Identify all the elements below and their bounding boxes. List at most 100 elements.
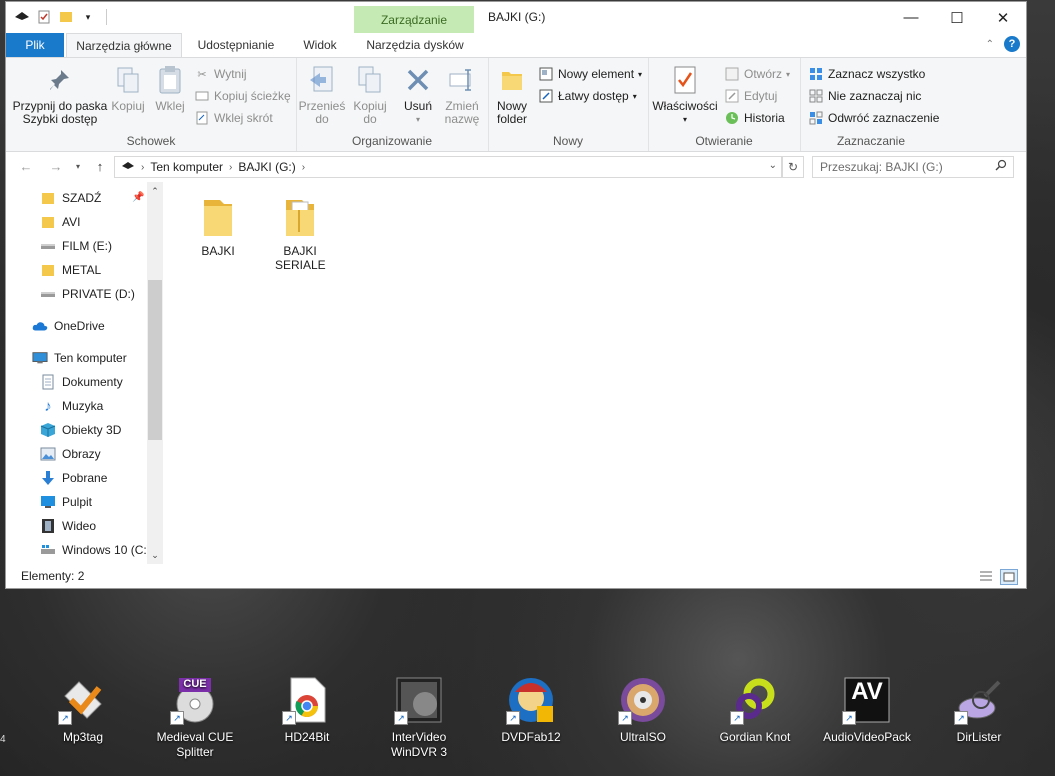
customize-qat-icon[interactable]: ▾ (80, 9, 96, 25)
shortcut-arrow-icon: ↗ (394, 711, 408, 725)
nav-item-music[interactable]: ♪ Muzyka (40, 394, 103, 418)
paste-button[interactable]: Wklej (152, 64, 188, 113)
properties-dropdown-icon[interactable]: ▾ (683, 113, 687, 126)
maximize-button[interactable]: ☐ (934, 2, 980, 33)
nav-item-film-e[interactable]: FILM (E:) (40, 234, 112, 258)
breadcrumb-this-pc[interactable]: Ten komputer (150, 160, 223, 174)
close-button[interactable]: ✕ (980, 2, 1026, 33)
properties-button[interactable]: Właściwości ▾ (652, 64, 718, 126)
new-folder-button[interactable]: Nowy folder (492, 64, 532, 126)
rename-button[interactable]: Zmień nazwę (442, 64, 482, 126)
edit-button[interactable]: Edytuj (724, 87, 777, 105)
pin-quick-access-button[interactable]: Przypnij do paska Szybki dostęp (12, 64, 108, 126)
desktop-icon-windvr[interactable]: ↗ InterVideo WinDVR 3 (369, 675, 469, 760)
new-item-label: Nowy element (558, 67, 635, 81)
nav-item-downloads[interactable]: Pobrane (40, 466, 107, 490)
desktop-icon-ultraiso[interactable]: ↗ UltraISO (593, 675, 693, 745)
nav-item-label: Wideo (62, 519, 97, 533)
up-button[interactable]: ↑ (90, 157, 110, 175)
tab-drive-tools[interactable]: Narzędzia dysków (356, 33, 474, 57)
paste-shortcut-label: Wklej skrót (214, 111, 273, 125)
delete-button[interactable]: Usuń ▾ (400, 64, 436, 126)
nav-item-avi[interactable]: AVI (40, 210, 80, 234)
scroll-up-icon[interactable]: ⌃ (147, 184, 163, 198)
select-none-button[interactable]: Nie zaznaczaj nic (808, 87, 921, 105)
nav-item-private-d[interactable]: PRIVATE (D:) (40, 282, 135, 306)
paste-shortcut-button[interactable]: Wklej skrót (194, 109, 273, 127)
move-to-button[interactable]: Przenieś do (299, 64, 345, 126)
large-icons-view-icon[interactable] (1000, 569, 1018, 585)
minimize-button[interactable]: — (888, 2, 934, 33)
desktop-icon-audiovideopack[interactable]: AV ↗ AudioVideoPack (817, 675, 917, 745)
search-box[interactable]: Przeszukaj: BAJKI (G:) (812, 156, 1014, 178)
nav-item-metal[interactable]: METAL (40, 258, 101, 282)
scroll-down-icon[interactable]: ⌄ (147, 548, 163, 562)
nav-item-onedrive[interactable]: OneDrive (32, 314, 105, 338)
expand-ribbon-icon[interactable]: ⌃ (986, 39, 994, 50)
new-folder-icon[interactable] (58, 9, 74, 25)
chrome-file-icon: ↗ (282, 675, 332, 725)
properties-check-icon (669, 64, 701, 96)
rename-label-2: nazwę (444, 112, 480, 126)
copy-button[interactable]: Kopiuj (110, 64, 146, 113)
nav-item-label: Pobrane (62, 471, 108, 485)
properties-icon[interactable] (36, 9, 52, 25)
tab-home[interactable]: Narzędzia główne (66, 33, 182, 58)
pin-label-2: Szybki dostęp (22, 112, 98, 126)
copy-to-button[interactable]: Kopiuj do (348, 64, 392, 126)
desktop-icon-hd24bit[interactable]: ↗ HD24Bit (257, 675, 357, 745)
file-item-bajki[interactable]: BAJKI (180, 194, 256, 258)
tab-file[interactable]: Plik (6, 33, 64, 57)
desktop-icon-medieval-cue[interactable]: CUE ↗ Medieval CUE Splitter (145, 675, 245, 760)
recent-locations-button[interactable]: ▾ (68, 157, 88, 175)
file-label: BAJKI (201, 244, 235, 258)
nav-item-pictures[interactable]: Obrazy (40, 442, 101, 466)
help-icon[interactable]: ? (1004, 36, 1020, 52)
copy-path-button[interactable]: Kopiuj ścieżkę (194, 87, 291, 105)
select-all-button[interactable]: Zaznacz wszystko (808, 65, 925, 83)
copy-to-label-2: do (363, 112, 377, 126)
address-bar[interactable]: › Ten komputer › BAJKI (G:) › ⌄ (114, 156, 782, 178)
desktop-icon-dirlister[interactable]: ↗ DirLister (929, 675, 1029, 745)
address-dropdown-icon[interactable]: ⌄ (769, 160, 777, 171)
ribbon-tabs: Plik Narzędzia główne Udostępnianie Wido… (6, 33, 1026, 58)
search-icon (995, 159, 1007, 174)
tab-share[interactable]: Udostępnianie (186, 33, 286, 57)
desktop-icon-gordian-knot[interactable]: ↗ Gordian Knot (705, 675, 805, 745)
cut-button[interactable]: ✂ Wytnij (194, 65, 247, 83)
nav-item-documents[interactable]: Dokumenty (40, 370, 123, 394)
nav-item-szadz[interactable]: SZADŹ (40, 186, 101, 210)
folder-icon (40, 262, 56, 278)
invert-selection-button[interactable]: Odwróć zaznaczenie (808, 109, 939, 127)
desktop-icon-label: Medieval CUE Splitter (156, 730, 234, 759)
desktop-icon-dvdfab[interactable]: ↗ DVDFab12 (481, 675, 581, 745)
breadcrumb-drive[interactable]: BAJKI (G:) (238, 160, 295, 174)
new-item-button[interactable]: Nowy element ▾ (538, 65, 642, 83)
scroll-thumb[interactable] (148, 280, 162, 440)
nav-item-videos[interactable]: Wideo (40, 514, 96, 538)
nav-scrollbar[interactable]: ⌃ ⌄ (147, 182, 163, 564)
easy-access-button[interactable]: Łatwy dostęp ▾ (538, 87, 637, 105)
cut-label: Wytnij (214, 67, 247, 81)
properties-label: Właściwości (652, 99, 718, 113)
windvr-icon: ↗ (394, 675, 444, 725)
desktop-icon-mp3tag[interactable]: ↗ Mp3tag (33, 675, 133, 745)
nav-item-this-pc[interactable]: Ten komputer (32, 346, 127, 370)
paste-shortcut-icon (194, 110, 210, 126)
file-item-bajki-seriale[interactable]: BAJKI SERIALE (262, 194, 338, 272)
nav-item-windows-c[interactable]: Windows 10 (C:) (40, 538, 151, 562)
nav-item-3d-objects[interactable]: Obiekty 3D (40, 418, 121, 442)
back-button[interactable]: ← (16, 157, 36, 175)
details-view-icon[interactable] (978, 569, 994, 583)
file-list-area[interactable]: BAJKI BAJKI SERIALE (164, 182, 1026, 564)
forward-button[interactable]: → (46, 157, 66, 175)
refresh-button[interactable]: ↻ (782, 156, 804, 178)
app-drive-icon[interactable] (14, 9, 30, 25)
edge-text: 4 (0, 734, 6, 745)
history-button[interactable]: Historia (724, 109, 785, 127)
delete-dropdown-icon[interactable]: ▾ (416, 113, 420, 126)
tab-view[interactable]: Widok (290, 33, 350, 57)
open-button[interactable]: Otwórz ▾ (724, 65, 790, 83)
easy-access-dropdown-icon: ▾ (632, 91, 637, 101)
nav-item-desktop[interactable]: Pulpit (40, 490, 92, 514)
